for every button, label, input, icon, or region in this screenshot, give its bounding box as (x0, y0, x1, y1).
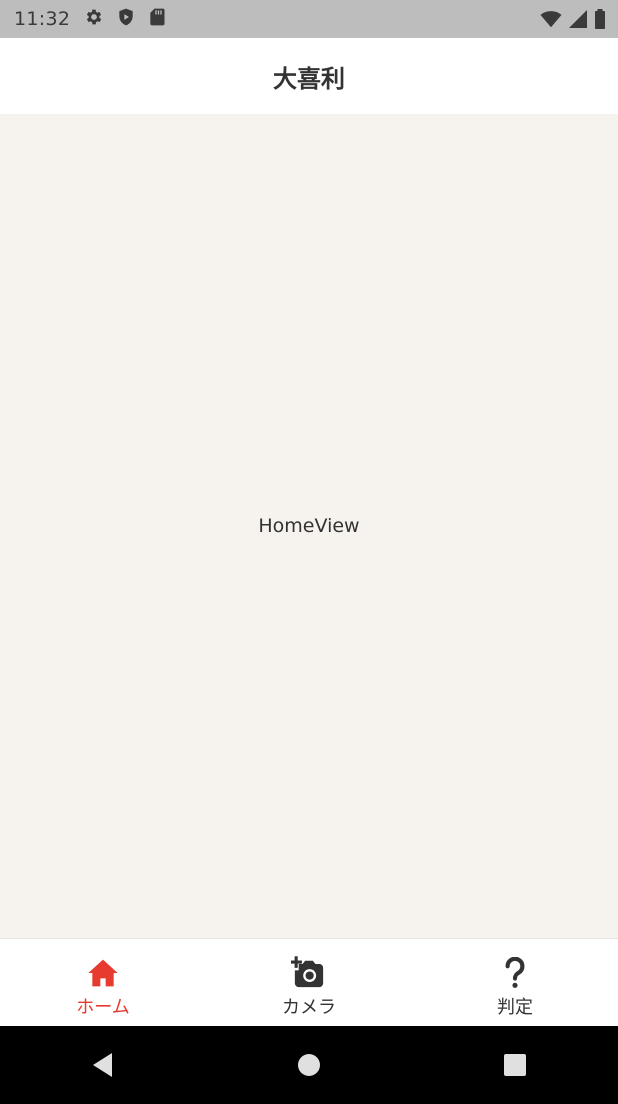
status-time: 11:32 (14, 8, 71, 30)
home-icon (87, 955, 119, 991)
bottom-navigation: ホーム カメラ 判定 (0, 938, 618, 1027)
nav-item-judge-label: 判定 (497, 997, 533, 1018)
system-navigation-bar (0, 1026, 618, 1104)
phone-screen: 11:32 大喜利 HomeView ホーム カメラ 判定 (0, 0, 618, 1104)
status-right-icons (540, 9, 606, 33)
status-bar: 11:32 (0, 0, 618, 38)
home-view-label: HomeView (258, 515, 360, 537)
nav-item-camera-label: カメラ (282, 997, 336, 1018)
recents-button[interactable] (485, 1035, 545, 1095)
play-protect-icon (116, 7, 136, 31)
battery-icon (594, 9, 606, 33)
app-bar: 大喜利 (0, 38, 618, 114)
status-left-icons (84, 7, 166, 31)
app-title: 大喜利 (273, 64, 345, 93)
recents-icon (504, 1054, 526, 1076)
cell-signal-icon (568, 9, 588, 33)
settings-gear-icon (84, 7, 104, 31)
nav-item-camera[interactable]: カメラ (206, 939, 412, 1027)
back-icon (93, 1053, 112, 1077)
home-button[interactable] (279, 1035, 339, 1095)
wifi-icon (540, 9, 562, 33)
sd-card-icon (148, 7, 166, 31)
nav-item-home[interactable]: ホーム (0, 939, 206, 1027)
back-button[interactable] (73, 1035, 133, 1095)
question-mark-icon (503, 955, 527, 991)
home-view-content: HomeView (0, 114, 618, 938)
add-camera-icon (291, 955, 327, 991)
home-circle-icon (298, 1054, 320, 1076)
nav-item-judge[interactable]: 判定 (412, 939, 618, 1027)
nav-item-home-label: ホーム (76, 997, 130, 1018)
